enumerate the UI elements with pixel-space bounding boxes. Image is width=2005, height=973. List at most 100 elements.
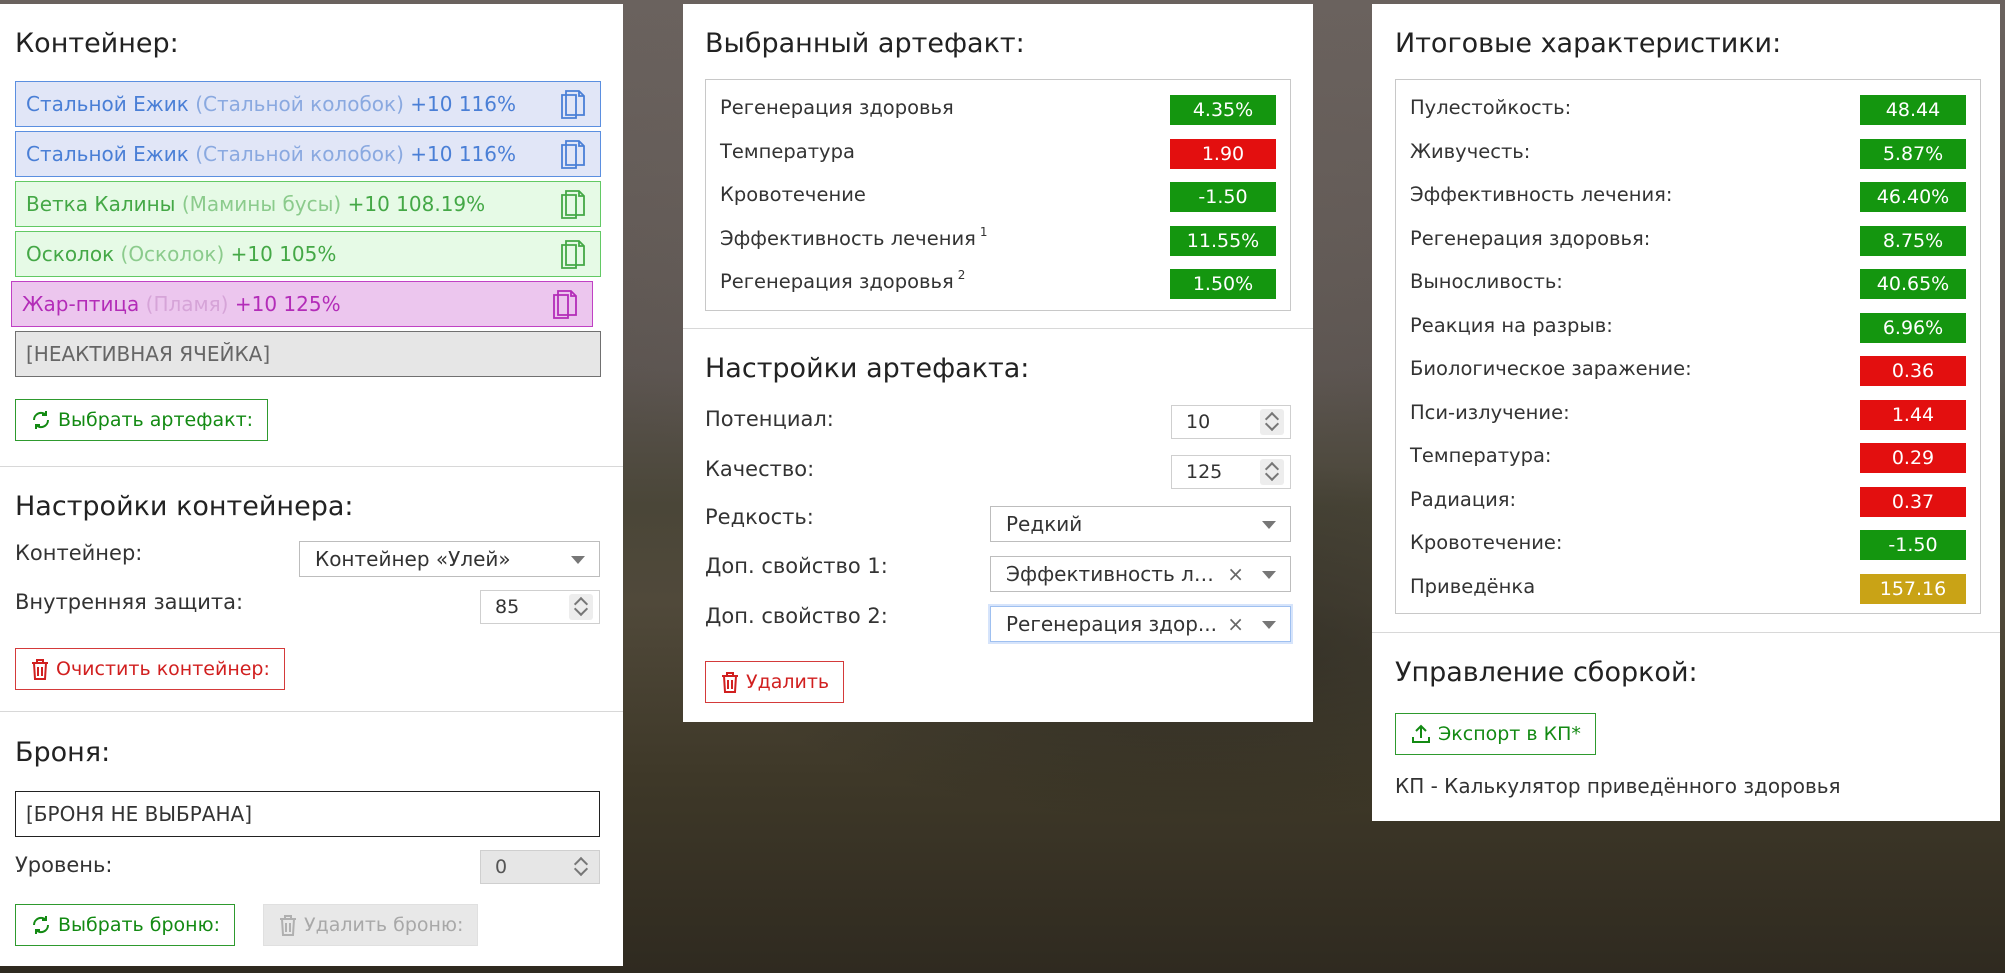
select-artifact-button[interactable]: Выбрать артефакт: [15, 399, 269, 441]
stat-value: 5.87% [1860, 138, 1966, 169]
armor-level-label: Уровень: [15, 853, 113, 877]
container-slot-2[interactable]: Стальной Ежик (Стальной колобок) +10 116… [15, 131, 601, 177]
spinner-arrows-icon[interactable] [1260, 409, 1284, 435]
extra-property-2-value: Регенерация здор... [1006, 612, 1217, 636]
delete-armor-button: Удалить броню: [263, 904, 479, 946]
container-settings-title: Настройки контейнера: [15, 491, 354, 522]
quality-label: Качество: [705, 457, 815, 481]
stat-name: Температура: [1410, 444, 1552, 467]
artifact-settings-title: Настройки артефакта: [705, 353, 1030, 384]
export-button[interactable]: Экспорт в КП* [1395, 713, 1596, 755]
container-label: Контейнер: [15, 541, 143, 565]
spinner-arrows-icon [569, 854, 593, 880]
stat-row: Реакция на разрыв: 6.96% [1396, 305, 1980, 349]
copy-icon[interactable] [558, 239, 588, 271]
upload-icon [1412, 724, 1430, 743]
stat-name: Кровотечение: [1410, 531, 1563, 554]
stat-value: 4.35% [1170, 95, 1276, 125]
container-slot-list: Стальной Ежик (Стальной колобок) +10 116… [11, 81, 601, 381]
trash-icon [32, 659, 48, 680]
inner-protection-input[interactable]: 85 [480, 590, 600, 624]
container-select[interactable]: Контейнер «Улей» [299, 541, 600, 577]
container-slot-inactive: [НЕАКТИВНАЯ ЯЧЕЙКА] [15, 331, 601, 377]
clear-container-label: Очистить контейнер: [56, 658, 270, 680]
spinner-arrows-icon[interactable] [1260, 459, 1284, 485]
stat-value: 11.55% [1170, 225, 1276, 256]
potential-label: Потенциал: [705, 407, 834, 431]
slot-artifact-stats: +10 105% [230, 242, 337, 266]
slot-artifact-stats: +10 116% [410, 92, 517, 116]
totals-title: Итоговые характеристики: [1395, 28, 1782, 59]
copy-icon[interactable] [558, 139, 588, 171]
clear-container-button[interactable]: Очистить контейнер: [15, 648, 285, 690]
extra-property-2-label: Доп. свойство 2: [705, 604, 888, 628]
slot-artifact-alt-name: (Осколок) [120, 242, 225, 266]
chevron-down-icon [1262, 521, 1276, 529]
potential-input[interactable]: 10 [1171, 405, 1291, 439]
refresh-icon [32, 411, 50, 429]
stat-name: Живучесть: [1410, 139, 1531, 163]
stat-row: Кровотечение -1.50 [706, 174, 1290, 218]
container-slot-3[interactable]: Ветка Калины (Мамины бусы) +10 108.19% [15, 181, 601, 227]
stat-name: Эффективность лечения [720, 226, 976, 250]
potential-value: 10 [1186, 411, 1211, 433]
quality-value: 125 [1186, 461, 1223, 483]
copy-icon[interactable] [558, 189, 588, 221]
stat-value: 0.29 [1860, 443, 1966, 473]
stat-row: Кровотечение: -1.50 [1396, 522, 1980, 566]
stat-row: Температура: 0.29 [1396, 435, 1980, 479]
stat-value: 157.16 [1860, 573, 1966, 604]
container-slot-5[interactable]: Жар-птица (Пламя) +10 125% [11, 281, 593, 327]
stat-name: Кровотечение [720, 183, 866, 206]
slot-artifact-alt-name: (Мамины бусы) [181, 192, 342, 216]
quality-input[interactable]: 125 [1171, 455, 1291, 489]
select-armor-label: Выбрать броню: [58, 914, 220, 936]
stat-row: Выносливость: 40.65% [1396, 261, 1980, 305]
extra-property-1-value: Эффективность ле... [1006, 562, 1224, 586]
stat-value: 6.96% [1860, 312, 1966, 343]
stat-value: -1.50 [1860, 530, 1966, 560]
build-management-title: Управление сборкой: [1395, 657, 1698, 688]
stat-value: 0.36 [1860, 356, 1966, 386]
stat-value: 48.44 [1860, 95, 1966, 125]
extra-property-1-label: Доп. свойство 1: [705, 554, 888, 578]
right-panel: Итоговые характеристики: Пулестойкость: 4… [1372, 4, 2000, 821]
armor-level-value: 0 [495, 856, 508, 878]
clear-selection-icon[interactable]: × [1227, 607, 1244, 641]
rarity-select-value: Редкий [1006, 512, 1083, 536]
rarity-select[interactable]: Редкий [990, 506, 1291, 542]
delete-artifact-button[interactable]: Удалить [705, 661, 845, 703]
totals-stats-table: Пулестойкость: 48.44 Живучесть: 5.87% Эффе… [1395, 79, 1981, 614]
select-artifact-label: Выбрать артефакт: [58, 409, 254, 431]
stat-footnote: 2 [957, 268, 966, 282]
spinner-arrows-icon[interactable] [569, 594, 593, 620]
armor-field: [БРОНЯ НЕ ВЫБРАНА] [15, 791, 600, 837]
stat-value: 46.40% [1860, 182, 1966, 212]
stat-row: Радиация: 0.37 [1396, 479, 1980, 523]
slot-artifact-alt-name: (Стальной колобок) [195, 92, 404, 116]
extra-property-1-select[interactable]: Эффективность ле... × [990, 556, 1291, 592]
build-management-section: Управление сборкой: Экспорт в КП* КП - К… [1372, 632, 2000, 821]
stat-name: Радиация: [1410, 487, 1517, 511]
stat-row: Температура 1.90 [706, 131, 1290, 175]
selected-artifact-stats-table: Регенерация здоровья 4.35% Температура 1… [705, 79, 1291, 311]
slot-inactive-label: [НЕАКТИВНАЯ ЯЧЕЙКА] [26, 342, 271, 366]
trash-icon [722, 672, 738, 693]
stat-row: Приведёнка 157.16 [1396, 566, 1980, 610]
select-armor-button[interactable]: Выбрать броню: [15, 904, 235, 946]
container-section: Контейнер: Стальной Ежик (Стальной колоб… [0, 4, 623, 466]
container-slot-1[interactable]: Стальной Ежик (Стальной колобок) +10 116… [15, 81, 601, 127]
armor-section: Броня: [БРОНЯ НЕ ВЫБРАНА] Уровень: 0 Выб… [0, 711, 623, 966]
stat-value: 0.37 [1860, 486, 1966, 517]
artifact-settings-section: Настройки артефакта: Потенциал: 10 Качес… [683, 328, 1313, 722]
chevron-down-icon [571, 556, 585, 564]
copy-icon[interactable] [550, 289, 580, 321]
left-panel: Контейнер: Стальной Ежик (Стальной колоб… [0, 4, 623, 966]
container-slot-4[interactable]: Осколок (Осколок) +10 105% [15, 231, 601, 277]
extra-property-2-select[interactable]: Регенерация здор... × [990, 606, 1291, 642]
copy-icon[interactable] [558, 89, 588, 121]
rarity-label: Редкость: [705, 505, 814, 529]
selected-artifact-title: Выбранный артефакт: [705, 28, 1025, 59]
stat-row: Регенерация здоровья: 8.75% [1396, 218, 1980, 262]
clear-selection-icon[interactable]: × [1227, 557, 1244, 591]
